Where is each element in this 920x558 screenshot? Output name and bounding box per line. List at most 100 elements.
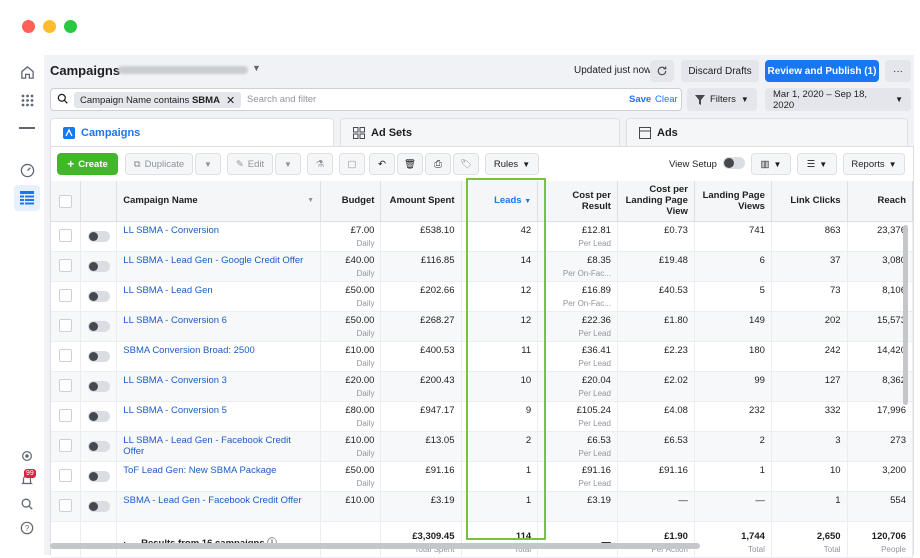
rules-dropdown[interactable]: Rules ▼ xyxy=(485,153,539,175)
table-row[interactable]: LL SBMA - Conversion 6 £50.00 Daily £268.27… xyxy=(51,311,914,342)
table-row[interactable]: LL SBMA - Conversion £7.00 Daily £538.10 42 £… xyxy=(51,221,914,252)
grid-menu-icon[interactable] xyxy=(16,89,38,111)
account-chevron-down-icon[interactable]: ▼ xyxy=(252,63,261,73)
row-toggle-cell[interactable] xyxy=(80,401,118,432)
campaign-on-off-toggle[interactable] xyxy=(87,380,110,392)
tag-icon[interactable]: 🏷 xyxy=(453,153,479,175)
duplicate-dropdown[interactable]: ▼ xyxy=(195,153,221,175)
account-avatar-icon[interactable] xyxy=(16,117,38,139)
row-toggle-cell[interactable] xyxy=(80,281,118,312)
row-checkbox-cell[interactable] xyxy=(51,401,82,432)
row-checkbox-cell[interactable] xyxy=(51,221,82,252)
campaign-on-off-toggle[interactable] xyxy=(87,260,110,272)
discard-drafts-button[interactable]: Discard Drafts xyxy=(681,60,759,82)
preview-icon[interactable]: ⎙ xyxy=(425,153,451,175)
row-checkbox-cell[interactable] xyxy=(51,491,82,522)
row-checkbox[interactable] xyxy=(59,408,73,422)
col-leads[interactable]: Leads ▼ xyxy=(461,181,539,222)
more-options-button[interactable]: ··· xyxy=(885,60,911,82)
campaign-name-link[interactable]: LL SBMA - Conversion 5 xyxy=(116,401,321,432)
table-row[interactable]: SBMA Conversion Broad: 2500 £10.00 Daily £4… xyxy=(51,341,914,372)
row-checkbox-cell[interactable] xyxy=(51,341,82,372)
campaign-on-off-toggle[interactable] xyxy=(87,440,110,452)
table-row[interactable]: SBMA - Lead Gen - Facebook Credit Offer £… xyxy=(51,491,914,522)
row-checkbox-cell[interactable] xyxy=(51,461,82,492)
col-landing-page-views[interactable]: Landing Page Views xyxy=(694,181,772,222)
campaign-name-link[interactable]: LL SBMA - Lead Gen xyxy=(116,281,321,312)
refresh-button[interactable] xyxy=(650,60,674,82)
table-row[interactable]: ToF Lead Gen: New SBMA Package £50.00 Dail… xyxy=(51,461,914,492)
row-checkbox-cell[interactable] xyxy=(51,371,82,402)
search-icon[interactable] xyxy=(16,493,38,515)
row-checkbox[interactable] xyxy=(59,438,73,452)
review-publish-button[interactable]: Review and Publish (1) xyxy=(765,60,879,82)
columns-dropdown[interactable]: ▥ ▼ xyxy=(751,153,791,175)
row-toggle-cell[interactable] xyxy=(80,341,118,372)
row-toggle-cell[interactable] xyxy=(80,311,118,342)
campaign-on-off-toggle[interactable] xyxy=(87,410,110,422)
date-range-picker[interactable]: Mar 1, 2020 – Sep 18, 2020 ▼ xyxy=(765,88,911,111)
campaign-on-off-toggle[interactable] xyxy=(87,350,110,362)
campaign-name-link[interactable]: SBMA Conversion Broad: 2500 xyxy=(116,341,321,372)
home-icon[interactable] xyxy=(16,61,38,83)
row-toggle-cell[interactable] xyxy=(80,461,118,492)
row-checkbox[interactable] xyxy=(59,348,73,362)
maximize-window-button[interactable] xyxy=(64,20,77,33)
table-row[interactable]: LL SBMA - Lead Gen £50.00 Daily £202.66 12 £1… xyxy=(51,281,914,312)
row-checkbox-cell[interactable] xyxy=(51,251,82,282)
vertical-scrollbar[interactable] xyxy=(903,225,908,405)
close-window-button[interactable] xyxy=(22,20,35,33)
row-checkbox[interactable] xyxy=(59,288,73,302)
col-cost-per-result[interactable]: Cost per Result xyxy=(537,181,618,222)
row-checkbox[interactable] xyxy=(59,468,73,482)
campaign-name-link[interactable]: LL SBMA - Lead Gen - Facebook Credit Off… xyxy=(116,431,321,462)
row-checkbox-cell[interactable] xyxy=(51,281,82,312)
select-all-header[interactable] xyxy=(51,181,82,222)
row-toggle-cell[interactable] xyxy=(80,251,118,282)
row-toggle-cell[interactable] xyxy=(80,371,118,402)
edit-button[interactable]: ✎ Edit xyxy=(227,153,273,175)
search-filter-box[interactable]: Campaign Name contains SBMA ✕ Search and… xyxy=(50,88,682,111)
duplicate-button[interactable]: ⧉ Duplicate xyxy=(125,153,193,175)
campaign-on-off-toggle[interactable] xyxy=(87,500,110,512)
col-campaign-name[interactable]: Campaign Name ▼ xyxy=(116,181,321,222)
horizontal-scrollbar[interactable] xyxy=(50,543,700,549)
campaign-name-link[interactable]: ToF Lead Gen: New SBMA Package xyxy=(116,461,321,492)
table-row[interactable]: LL SBMA - Conversion 5 £80.00 Daily £947.17… xyxy=(51,401,914,432)
tab-ads[interactable]: Ads xyxy=(626,118,908,146)
ads-manager-table-icon[interactable] xyxy=(14,185,40,211)
reports-dropdown[interactable]: Reports ▼ xyxy=(843,153,905,175)
campaign-name-link[interactable]: LL SBMA - Conversion xyxy=(116,221,321,252)
campaign-name-link[interactable]: LL SBMA - Lead Gen - Google Credit Offer xyxy=(116,251,321,282)
row-checkbox-cell[interactable] xyxy=(51,311,82,342)
table-row[interactable]: LL SBMA - Conversion 3 £20.00 Daily £200.43… xyxy=(51,371,914,402)
campaign-on-off-toggle[interactable] xyxy=(87,470,110,482)
col-budget[interactable]: Budget xyxy=(320,181,382,222)
dashboard-gauge-icon[interactable] xyxy=(16,159,38,181)
campaign-on-off-toggle[interactable] xyxy=(87,290,110,302)
table-row[interactable]: LL SBMA - Lead Gen - Facebook Credit Off… xyxy=(51,431,914,462)
search-input-placeholder[interactable]: Search and filter xyxy=(247,94,316,105)
table-row[interactable]: LL SBMA - Lead Gen - Google Credit Offer… xyxy=(51,251,914,282)
col-cost-per-lpv[interactable]: Cost per Landing Page View xyxy=(617,181,695,222)
breakdown-dropdown[interactable]: ☰ ▼ xyxy=(797,153,837,175)
col-amount-spent[interactable]: Amount Spent xyxy=(380,181,462,222)
row-toggle-cell[interactable] xyxy=(80,221,118,252)
settings-gear-icon[interactable] xyxy=(16,445,38,467)
campaign-on-off-toggle[interactable] xyxy=(87,230,110,242)
delete-trash-icon[interactable]: 🗑 xyxy=(397,153,423,175)
edit-dropdown[interactable]: ▼ xyxy=(275,153,301,175)
view-setup-toggle[interactable] xyxy=(723,157,745,169)
minimize-window-button[interactable] xyxy=(43,20,56,33)
clear-filter-link[interactable]: Clear xyxy=(655,94,678,105)
campaign-name-link[interactable]: SBMA - Lead Gen - Facebook Credit Offer xyxy=(116,491,321,522)
tab-ad-sets[interactable]: Ad Sets xyxy=(340,118,620,146)
remove-filter-close-icon[interactable]: ✕ xyxy=(226,94,235,107)
col-link-clicks[interactable]: Link Clicks xyxy=(771,181,848,222)
undo-icon[interactable]: ↶ xyxy=(369,153,395,175)
filter-chip[interactable]: Campaign Name contains SBMA ✕ xyxy=(74,92,242,108)
campaign-name-link[interactable]: LL SBMA - Conversion 6 xyxy=(116,311,321,342)
row-toggle-cell[interactable] xyxy=(80,491,118,522)
create-button[interactable]: + Create xyxy=(57,153,118,175)
rules-shield-icon[interactable]: ▢ xyxy=(339,153,365,175)
